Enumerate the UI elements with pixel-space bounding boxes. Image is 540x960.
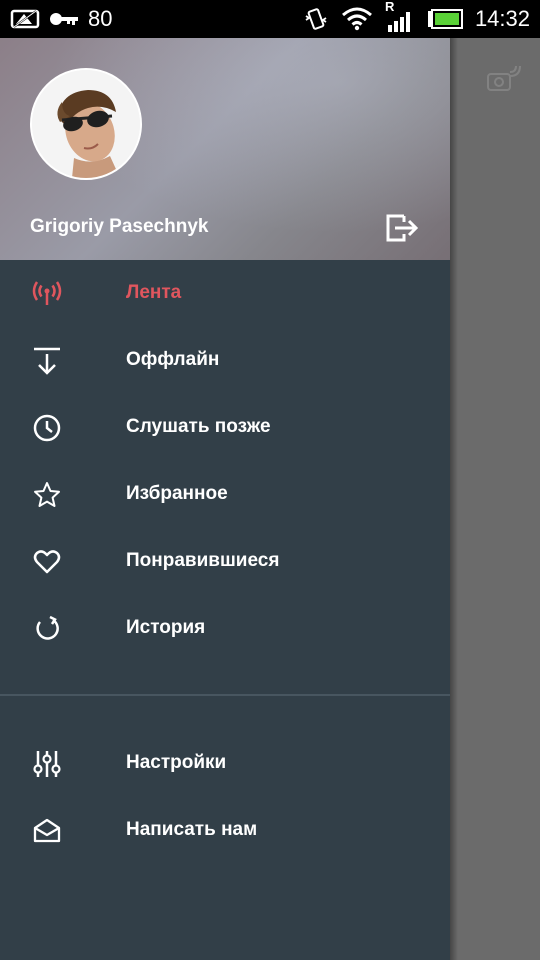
- logout-button[interactable]: [382, 210, 422, 246]
- avatar[interactable]: [30, 68, 142, 180]
- menu-label-offline: Оффлайн: [126, 349, 220, 370]
- drawer-secondary-menu: Настройки Написать нам: [0, 730, 450, 864]
- navigation-drawer: Grigoriy Pasechnyk Лента Оффлайн Слушать…: [0, 38, 450, 960]
- mail-icon: [32, 816, 62, 846]
- menu-label-liked: Понравившиеся: [126, 550, 280, 571]
- menu-item-feed[interactable]: Лента: [0, 260, 450, 327]
- background-app-scrim[interactable]: [450, 38, 540, 960]
- menu-item-offline[interactable]: Оффлайн: [0, 327, 450, 394]
- menu-item-favorites[interactable]: Избранное: [0, 461, 450, 528]
- menu-label-listen-later: Слушать позже: [126, 416, 271, 437]
- status-bar: 80 R 14:32: [0, 0, 540, 38]
- drawer-menu: Лента Оффлайн Слушать позже Избранное По…: [0, 260, 450, 662]
- battery-level-text: 80: [88, 6, 113, 31]
- status-time: 14:32: [474, 6, 530, 31]
- background-camera-icon: [486, 62, 522, 99]
- menu-item-listen-later[interactable]: Слушать позже: [0, 394, 450, 461]
- menu-item-settings[interactable]: Настройки: [0, 730, 450, 797]
- sliders-icon: [32, 749, 62, 779]
- logout-icon: [386, 214, 419, 242]
- user-name: Grigoriy Pasechnyk: [30, 216, 209, 237]
- vibrate-icon: [303, 6, 329, 32]
- menu-label-history: История: [126, 617, 206, 638]
- signal-icon: R: [385, 0, 415, 33]
- download-icon: [32, 346, 62, 376]
- menu-item-liked[interactable]: Понравившиеся: [0, 528, 450, 595]
- star-icon: [32, 480, 62, 510]
- heart-icon: [32, 547, 62, 577]
- battery-icon: [427, 9, 463, 29]
- menu-item-history[interactable]: История: [0, 595, 450, 662]
- key-icon: [48, 8, 80, 30]
- podcast-broadcast-icon: [32, 279, 62, 309]
- menu-label-settings: Настройки: [126, 752, 227, 773]
- clock-icon: [32, 413, 62, 443]
- history-icon: [32, 614, 62, 644]
- menu-label-feed: Лента: [126, 282, 182, 303]
- menu-item-contact-us[interactable]: Написать нам: [0, 797, 450, 864]
- menu-label-favorites: Избранное: [126, 483, 228, 504]
- screenshot-icon: [10, 8, 40, 30]
- drawer-header: Grigoriy Pasechnyk: [0, 38, 450, 260]
- menu-label-contact-us: Написать нам: [126, 819, 258, 840]
- menu-divider: [0, 694, 450, 696]
- roaming-indicator: R: [384, 0, 395, 14]
- drawer-shadow: [450, 38, 458, 960]
- wifi-icon: [341, 7, 373, 31]
